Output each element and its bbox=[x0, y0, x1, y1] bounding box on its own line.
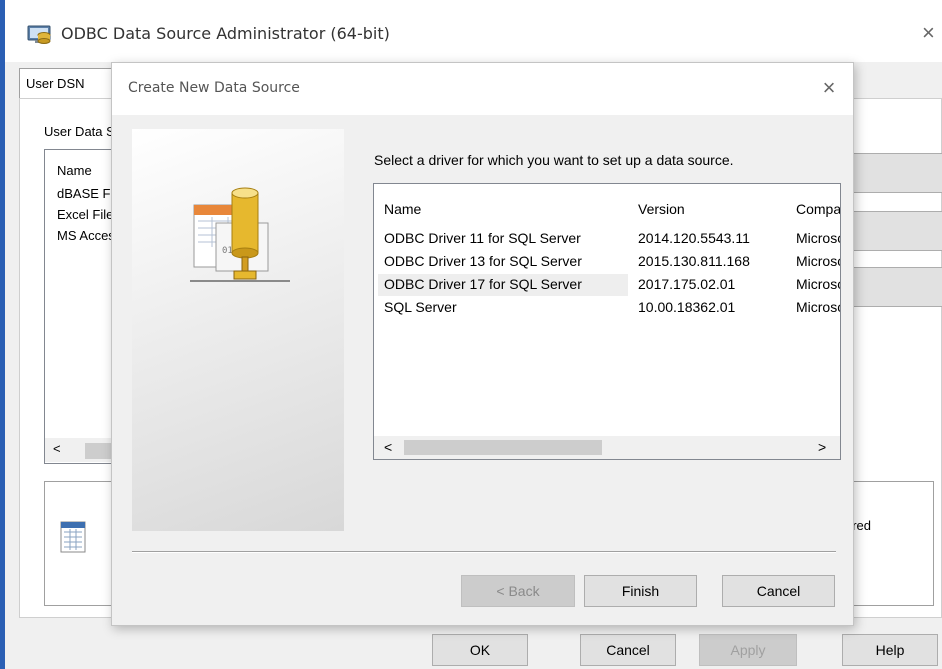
driver-name: ODBC Driver 17 for SQL Server bbox=[384, 276, 582, 292]
data-source-icon bbox=[60, 521, 86, 553]
driver-company: Microsoft Corporation bbox=[796, 276, 840, 292]
dialog-separator bbox=[132, 551, 836, 553]
ok-button[interactable]: OK bbox=[432, 634, 528, 666]
apply-button[interactable]: Apply bbox=[699, 634, 797, 666]
help-button[interactable]: Help bbox=[842, 634, 938, 666]
finish-button[interactable]: Finish bbox=[584, 575, 697, 607]
remove-button[interactable] bbox=[850, 211, 942, 251]
list-column-name[interactable]: Name bbox=[57, 163, 92, 178]
scroll-right-arrow-icon[interactable]: > bbox=[818, 439, 826, 455]
driver-company: Microsoft Corporation bbox=[796, 253, 840, 269]
driver-version: 2014.120.5543.11 bbox=[638, 230, 750, 246]
cancel-button[interactable]: Cancel bbox=[722, 575, 835, 607]
driver-company: Microsoft Corporation bbox=[796, 230, 840, 246]
main-titlebar[interactable]: ODBC Data Source Administrator (64-bit) … bbox=[5, 0, 942, 62]
scroll-thumb[interactable] bbox=[404, 440, 602, 455]
table-row[interactable]: SQL Server 10.00.18362.01 Microsoft Corp… bbox=[378, 297, 840, 319]
horizontal-scrollbar[interactable]: < > bbox=[374, 436, 840, 459]
database-driver-icon: 011 0 bbox=[190, 187, 290, 282]
odbc-administrator-icon bbox=[27, 25, 51, 44]
driver-version: 10.00.18362.01 bbox=[638, 299, 736, 315]
table-row[interactable]: ODBC Driver 13 for SQL Server 2015.130.8… bbox=[378, 251, 840, 273]
driver-version: 2017.175.02.01 bbox=[638, 276, 736, 292]
create-new-data-source-dialog: Create New Data Source × 011 0 bbox=[111, 62, 854, 626]
dialog-title: Create New Data Source bbox=[128, 80, 300, 96]
column-header-company[interactable]: Company bbox=[796, 201, 840, 217]
close-icon[interactable]: × bbox=[922, 22, 942, 44]
driver-company: Microsoft Corporation bbox=[796, 299, 840, 315]
cancel-button[interactable]: Cancel bbox=[580, 634, 676, 666]
driver-name: ODBC Driver 13 for SQL Server bbox=[384, 253, 582, 269]
close-icon[interactable]: × bbox=[817, 76, 841, 100]
back-button[interactable]: < Back bbox=[461, 575, 575, 607]
driver-name: SQL Server bbox=[384, 299, 457, 315]
table-row[interactable]: ODBC Driver 11 for SQL Server 2014.120.5… bbox=[378, 228, 840, 250]
scroll-left-arrow-icon[interactable]: < bbox=[384, 439, 392, 455]
dialog-titlebar[interactable]: Create New Data Source × bbox=[112, 63, 853, 115]
driver-name: ODBC Driver 11 for SQL Server bbox=[384, 230, 581, 246]
wizard-image-panel: 011 0 bbox=[132, 129, 344, 531]
driver-prompt-text: Select a driver for which you want to se… bbox=[374, 152, 734, 168]
tab-user-dsn[interactable]: User DSN bbox=[19, 68, 119, 98]
window-title: ODBC Data Source Administrator (64-bit) bbox=[61, 24, 390, 43]
driver-list[interactable]: Name Version Company ODBC Driver 11 for … bbox=[373, 183, 841, 460]
column-header-version[interactable]: Version bbox=[638, 201, 685, 217]
configure-button[interactable] bbox=[850, 267, 942, 307]
add-button[interactable] bbox=[850, 153, 942, 193]
column-header-name[interactable]: Name bbox=[384, 201, 421, 217]
table-row[interactable]: ODBC Driver 17 for SQL Server 2017.175.0… bbox=[378, 274, 840, 296]
scroll-left-arrow-icon[interactable]: < bbox=[53, 441, 61, 456]
driver-version: 2015.130.811.168 bbox=[638, 253, 750, 269]
